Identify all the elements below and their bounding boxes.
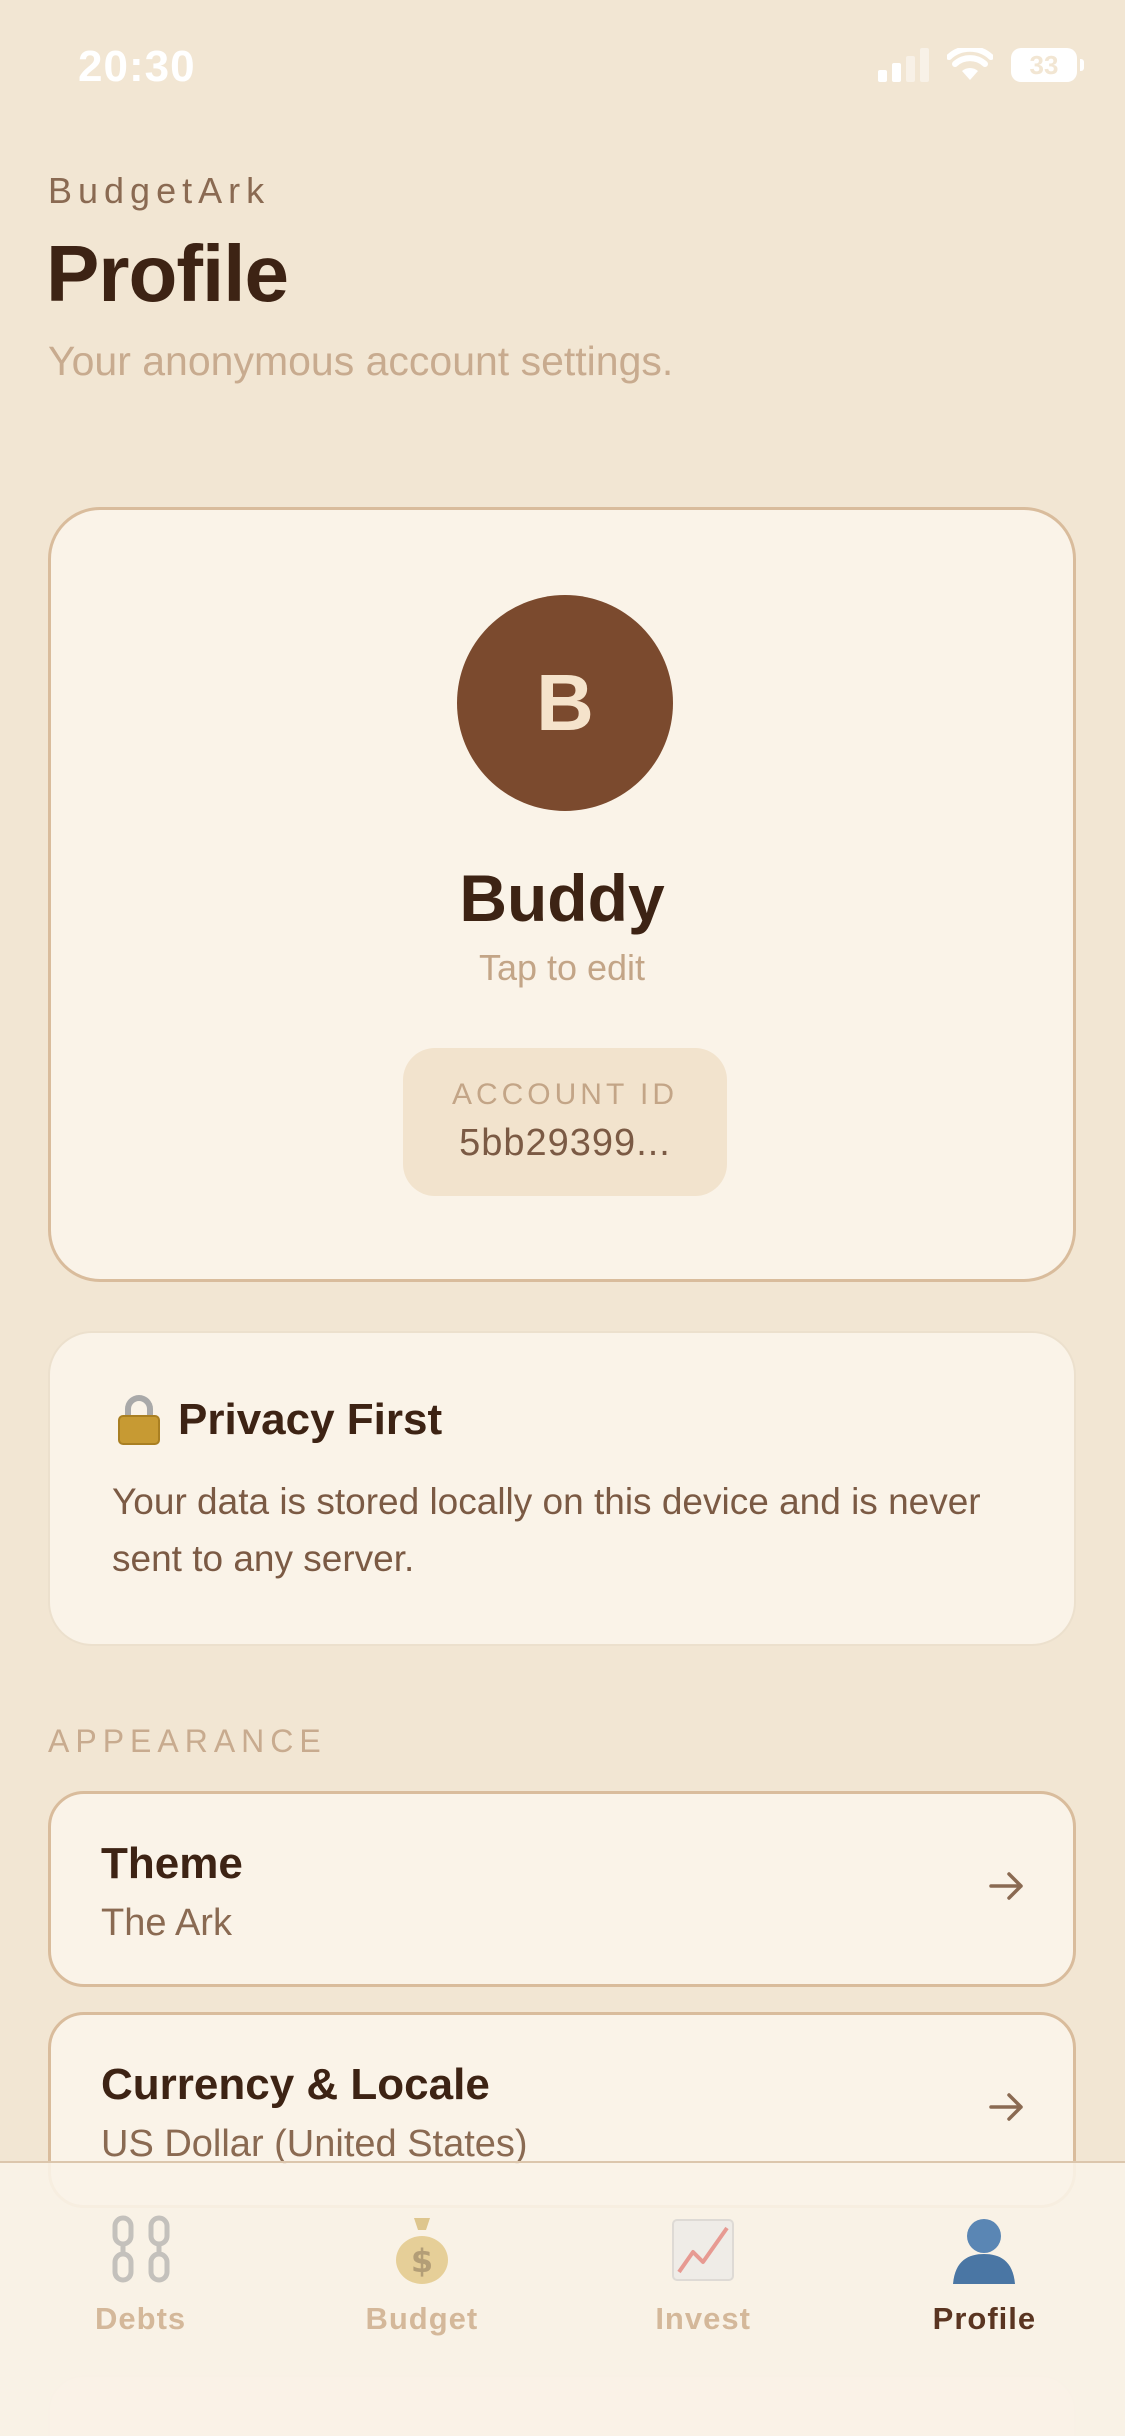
- svg-text:$: $: [411, 2242, 433, 2280]
- battery-icon: 33: [1011, 48, 1084, 82]
- row-title: Currency & Locale: [101, 2060, 490, 2109]
- account-id-label: ACCOUNT ID: [451, 1078, 679, 1111]
- profile-card[interactable]: B Buddy Tap to edit ACCOUNT ID 5bb29399.…: [48, 507, 1076, 1282]
- tab-invest[interactable]: Invest: [563, 2163, 844, 2436]
- tab-debts[interactable]: Debts: [0, 2163, 281, 2436]
- row-value: The Ark: [101, 1902, 232, 1944]
- arrow-right-icon: [989, 2093, 1023, 2121]
- account-id-value: 5bb29399...: [459, 1122, 671, 1164]
- privacy-text: Your data is stored locally on this devi…: [112, 1481, 981, 1579]
- edit-hint: Tap to edit: [478, 947, 646, 988]
- privacy-card: Privacy First Your data is stored locall…: [48, 1331, 1076, 1646]
- tab-label: Debts: [95, 2301, 187, 2336]
- tab-label: Budget: [365, 2301, 479, 2336]
- page-title: Profile: [46, 229, 289, 318]
- user-name[interactable]: Buddy: [51, 860, 1073, 936]
- tab-label: Profile: [932, 2301, 1037, 2336]
- theme-row[interactable]: Theme The Ark: [48, 1791, 1076, 1987]
- status-time: 20:30: [78, 42, 196, 91]
- person-silhouette-icon: [949, 2213, 1019, 2287]
- row-title: Theme: [101, 1839, 243, 1888]
- profile-screen: 20:30 33 BudgetArk Profile Your anonymou…: [0, 0, 1125, 2436]
- lock-icon: [118, 1395, 160, 1445]
- tab-budget[interactable]: $ Budget: [281, 2163, 562, 2436]
- section-label-appearance: APPEARANCE: [48, 1723, 327, 1759]
- cellular-signal-icon: [878, 48, 929, 82]
- account-id-badge[interactable]: ACCOUNT ID 5bb29399...: [403, 1048, 727, 1196]
- app-name: BudgetArk: [48, 170, 271, 211]
- wifi-icon: [947, 48, 993, 80]
- status-indicators: 33: [878, 48, 1084, 82]
- tab-profile[interactable]: Profile: [844, 2163, 1125, 2436]
- page-subtitle: Your anonymous account settings.: [48, 338, 674, 384]
- avatar[interactable]: B: [457, 595, 673, 811]
- privacy-header: Privacy First: [118, 1395, 442, 1445]
- chains-icon: [109, 2213, 173, 2287]
- chart-increasing-icon: [671, 2213, 735, 2287]
- arrow-right-icon: [989, 1872, 1023, 1900]
- tab-bar: Debts $ Budget Invest Profile: [0, 2161, 1125, 2436]
- money-bag-icon: $: [390, 2213, 454, 2287]
- row-value: US Dollar (United States): [101, 2123, 528, 2165]
- tab-label: Invest: [655, 2301, 751, 2336]
- privacy-title: Privacy First: [178, 1395, 443, 1444]
